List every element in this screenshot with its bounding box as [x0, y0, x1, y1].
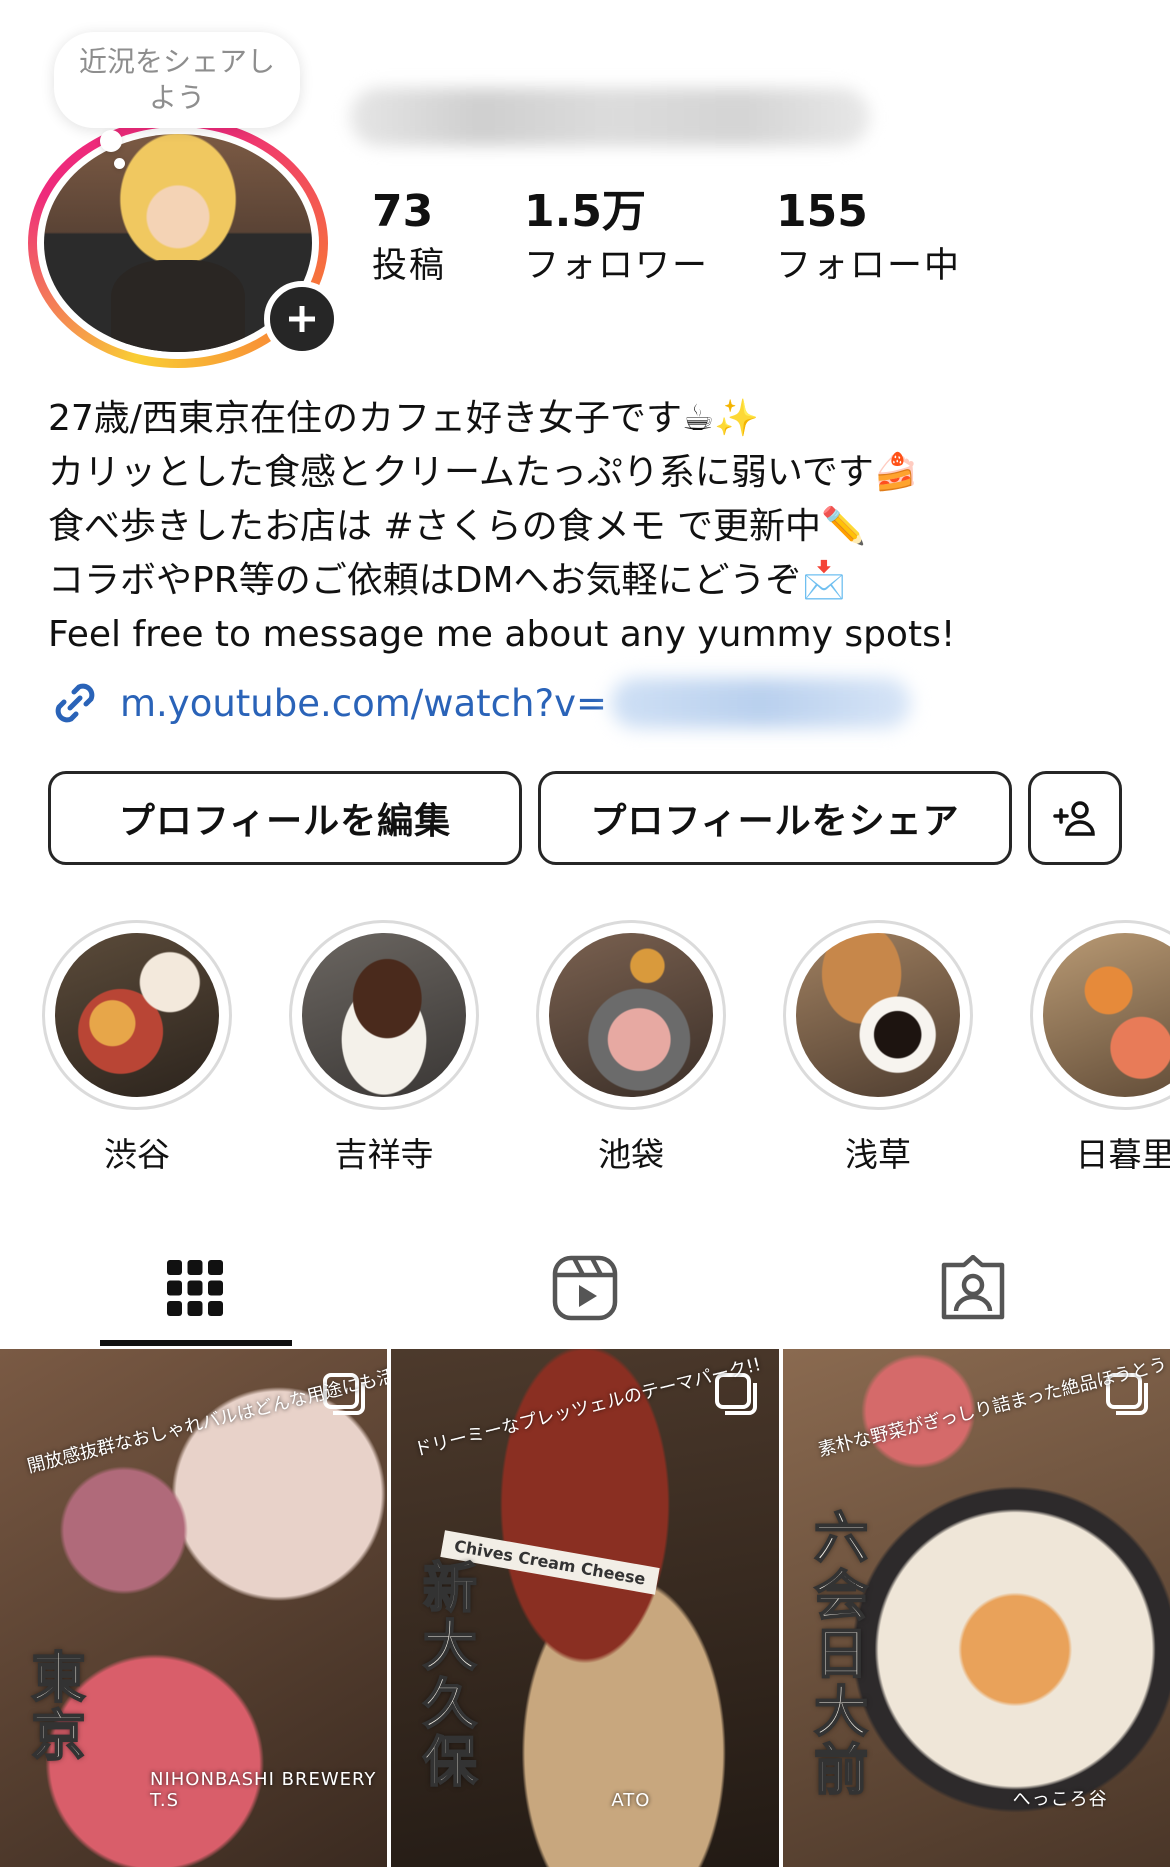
profile-tabs: [0, 1230, 1170, 1346]
link-blurred: [611, 678, 912, 728]
note-bubble-tail-small: [114, 158, 125, 169]
stat-following-label: フォロー中: [776, 246, 962, 286]
bio-line: カリッとした食感とクリームたっぷり系に弱いです🍰: [48, 452, 919, 493]
stat-posts-label: 投稿: [372, 246, 447, 286]
bio-line: 食べ歩きしたお店は #さくらの食メモ で更新中✏️: [48, 506, 866, 547]
highlight-cover: [55, 933, 219, 1097]
discover-people-button[interactable]: [1028, 771, 1122, 865]
post-location: へっころ谷: [1012, 1789, 1108, 1810]
highlight-label: 池袋: [598, 1135, 664, 1174]
tab-tagged[interactable]: [878, 1230, 1068, 1346]
profile-link[interactable]: m.youtube.com/watch?v=: [48, 676, 912, 730]
posts-grid: 開放感抜群なおしゃれバルはどんな用途にも活躍間違いなし! 東京 NIHONBAS…: [0, 1349, 1170, 1867]
tab-selected-indicator: [100, 1340, 292, 1346]
highlight-cover: [549, 933, 713, 1097]
highlight-cover: [1043, 933, 1170, 1097]
post-location: ATO: [611, 1790, 651, 1811]
post-overlay-title: 東京: [21, 1648, 86, 1766]
share-profile-button[interactable]: プロフィールをシェア: [538, 771, 1012, 865]
note-bubble[interactable]: 近況をシェアしよう: [54, 32, 300, 128]
add-person-icon: [1053, 801, 1095, 836]
highlight-label: 吉祥寺: [334, 1135, 434, 1174]
stat-followers-value: 1.5万: [524, 186, 646, 237]
highlight-item[interactable]: 渋谷: [42, 920, 232, 1176]
stat-following[interactable]: 155 フォロー中: [776, 186, 961, 290]
highlight-item[interactable]: 日暮里: [1030, 920, 1170, 1176]
note-bubble-tail: [100, 130, 122, 152]
highlight-label: 日暮里: [1075, 1135, 1170, 1174]
bio-line: Feel free to message me about any yummy …: [48, 614, 956, 655]
tab-reels[interactable]: [490, 1230, 680, 1346]
highlight-item[interactable]: 浅草: [783, 920, 973, 1176]
post-tile[interactable]: 素朴な野菜がぎっしり詰まった絶品ほうとう 六会日大前 へっころ谷: [782, 1349, 1170, 1867]
post-caption: ドリーミーなプレッツェルのテーマパーク!!: [412, 1354, 764, 1461]
highlight-label: 浅草: [845, 1135, 911, 1174]
post-tile[interactable]: 開放感抜群なおしゃれバルはどんな用途にも活躍間違いなし! 東京 NIHONBAS…: [0, 1349, 388, 1867]
username-blurred: [350, 88, 870, 146]
profile-bio: 27歳/西東京在住のカフェ好き女子です☕✨ カリッとした食感とクリームたっぷり系…: [48, 392, 1148, 662]
link-icon: [55, 683, 95, 723]
profile-actions: プロフィールを編集 プロフィールをシェア: [48, 771, 1122, 865]
bio-line: 27歳/西東京在住のカフェ好き女子です☕✨: [48, 398, 760, 439]
stat-posts-value: 73: [372, 186, 434, 237]
highlight-label: 渋谷: [104, 1135, 170, 1174]
note-text: 近況をシェアしよう: [78, 45, 275, 114]
tagged-icon: [941, 1255, 1005, 1320]
highlight-cover: [796, 933, 960, 1097]
post-overlay-title: 六会日大前: [804, 1508, 869, 1800]
plus-icon: [289, 306, 315, 332]
profile-stats: 73 投稿 1.5万 フォロワー 155 フォロー中: [372, 186, 961, 290]
highlight-item[interactable]: 吉祥寺: [289, 920, 479, 1176]
tab-posts[interactable]: [100, 1230, 290, 1346]
link-text[interactable]: m.youtube.com/watch?v=: [120, 682, 607, 725]
post-tile[interactable]: ドリーミーなプレッツェルのテーマパーク!! Chives Cream Chees…: [391, 1349, 779, 1867]
profile-avatar[interactable]: [28, 118, 340, 378]
grid-icon: [167, 1260, 223, 1316]
stat-followers-label: フォロワー: [524, 246, 710, 286]
stat-following-value: 155: [776, 186, 868, 237]
post-location: NIHONBASHI BREWERY T.S: [150, 1769, 377, 1811]
highlight-item[interactable]: 池袋: [536, 920, 726, 1176]
post-overlay-title: 新大久保: [412, 1558, 477, 1792]
edit-profile-button[interactable]: プロフィールを編集: [48, 771, 522, 865]
stat-followers[interactable]: 1.5万 フォロワー: [524, 186, 776, 290]
reels-icon: [552, 1255, 618, 1321]
stat-posts[interactable]: 73 投稿: [372, 186, 524, 290]
highlight-cover: [302, 933, 466, 1097]
story-highlights: 渋谷 吉祥寺 池袋 浅草 日暮里: [0, 920, 1170, 1174]
add-story-button[interactable]: [264, 281, 340, 357]
bio-line: コラボやPR等のご依頼はDMへお気軽にどうぞ📩: [48, 560, 847, 601]
